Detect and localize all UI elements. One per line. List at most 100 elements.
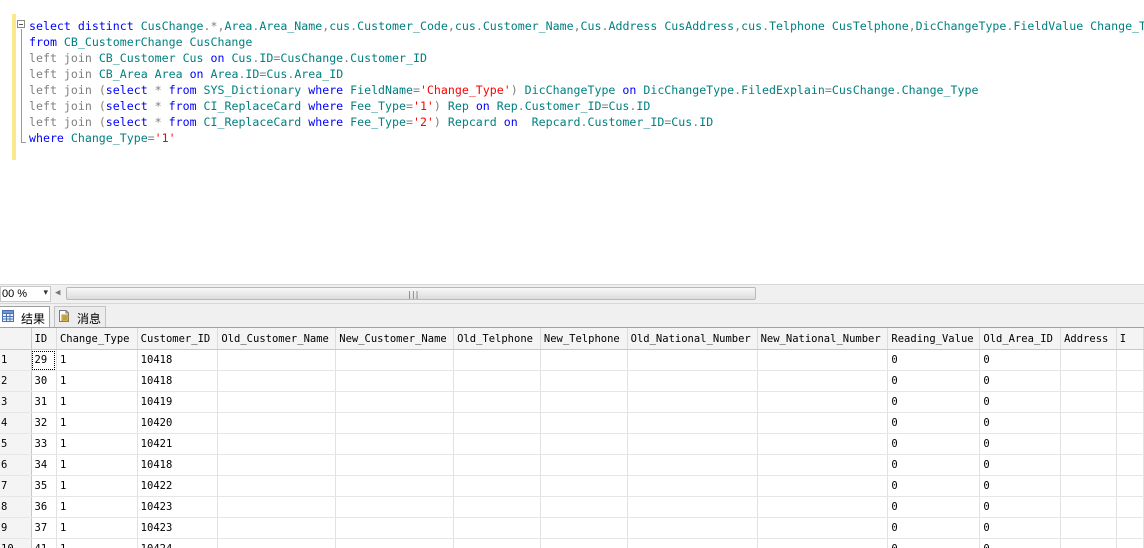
- grid-cell[interactable]: 10418: [137, 349, 219, 371]
- grid-cell[interactable]: 1: [56, 475, 138, 497]
- grid-cell[interactable]: [757, 496, 889, 518]
- grid-cell[interactable]: 36: [31, 496, 57, 518]
- grid-cell[interactable]: 0: [979, 496, 1062, 518]
- grid-cell[interactable]: 0: [887, 412, 981, 434]
- grid-cell[interactable]: 30: [31, 370, 57, 392]
- code-line[interactable]: where Change_Type='1': [29, 130, 176, 146]
- row-number[interactable]: 5: [0, 433, 32, 455]
- grid-cell[interactable]: [1060, 538, 1117, 548]
- horizontal-scrollbar[interactable]: |||: [66, 287, 756, 300]
- grid-cell[interactable]: [453, 496, 541, 518]
- grid-cell[interactable]: [453, 433, 541, 455]
- grid-cell[interactable]: [540, 412, 628, 434]
- grid-cell[interactable]: 1: [56, 517, 138, 539]
- grid-cell[interactable]: 10421: [137, 433, 219, 455]
- table-row[interactable]: 5 33 1 10421 0 0: [0, 433, 1144, 455]
- column-header[interactable]: Customer_ID: [137, 328, 219, 350]
- grid-cell[interactable]: [217, 433, 337, 455]
- grid-cell[interactable]: 0: [979, 412, 1062, 434]
- grid-cell[interactable]: [217, 496, 337, 518]
- grid-cell[interactable]: [627, 517, 758, 539]
- grid-cell[interactable]: 1: [56, 370, 138, 392]
- grid-cell[interactable]: [757, 412, 889, 434]
- sql-editor[interactable]: select distinct CusChange.*,Area.Area_Na…: [0, 0, 1144, 284]
- grid-cell[interactable]: [335, 349, 455, 371]
- grid-cell[interactable]: 29: [31, 349, 57, 371]
- code-line[interactable]: left join (select * from CI_ReplaceCard …: [29, 114, 713, 130]
- table-row[interactable]: 9 37 1 10423 0 0: [0, 517, 1144, 539]
- row-number[interactable]: 10: [0, 538, 32, 548]
- grid-cell[interactable]: [540, 517, 628, 539]
- grid-cell[interactable]: [627, 412, 758, 434]
- row-number[interactable]: 1: [0, 349, 32, 371]
- grid-cell[interactable]: 0: [887, 433, 981, 455]
- grid-cell[interactable]: 10418: [137, 370, 219, 392]
- grid-cell[interactable]: 32: [31, 412, 57, 434]
- grid-cell[interactable]: [757, 391, 889, 413]
- row-number[interactable]: 7: [0, 475, 32, 497]
- grid-cell[interactable]: 0: [979, 517, 1062, 539]
- grid-cell[interactable]: [1060, 475, 1117, 497]
- column-header[interactable]: Address: [1060, 328, 1117, 350]
- code-line[interactable]: left join CB_Customer Cus on Cus.ID=CusC…: [29, 50, 427, 66]
- collapse-icon[interactable]: [17, 20, 25, 28]
- grid-cell[interactable]: [217, 412, 337, 434]
- row-number[interactable]: 6: [0, 454, 32, 476]
- table-row[interactable]: 1041110424 00: [0, 538, 1144, 548]
- table-row[interactable]: 8 36 1 10423 0 0: [0, 496, 1144, 518]
- row-number[interactable]: 9: [0, 517, 32, 539]
- column-header[interactable]: New_National_Number: [757, 328, 889, 350]
- grid-cell[interactable]: [1060, 496, 1117, 518]
- grid-cell[interactable]: 0: [979, 538, 1062, 548]
- tab-messages[interactable]: 消息: [54, 306, 106, 327]
- grid-cell[interactable]: [453, 454, 541, 476]
- grid-cell[interactable]: [217, 391, 337, 413]
- grid-cell[interactable]: [453, 475, 541, 497]
- grid-cell[interactable]: [540, 391, 628, 413]
- grid-cell[interactable]: [540, 538, 628, 548]
- grid-cell[interactable]: [217, 370, 337, 392]
- table-row[interactable]: 4 32 1 10420 0 0: [0, 412, 1144, 434]
- grid-cell[interactable]: 1: [56, 496, 138, 518]
- grid-cell[interactable]: [453, 370, 541, 392]
- zoom-dropdown[interactable]: 00 % ▾: [0, 286, 51, 302]
- grid-cell[interactable]: [757, 538, 889, 548]
- code-line[interactable]: from CB_CustomerChange CusChange: [29, 34, 252, 50]
- grid-cell[interactable]: 0: [979, 454, 1062, 476]
- grid-cell[interactable]: [627, 496, 758, 518]
- grid-cell[interactable]: [1060, 517, 1117, 539]
- grid-cell[interactable]: 10419: [137, 391, 219, 413]
- grid-cell[interactable]: [335, 391, 455, 413]
- grid-cell[interactable]: [335, 412, 455, 434]
- grid-cell[interactable]: 31: [31, 391, 57, 413]
- grid-cell[interactable]: [540, 454, 628, 476]
- grid-cell[interactable]: [217, 517, 337, 539]
- grid-cell[interactable]: 0: [979, 370, 1062, 392]
- grid-cell[interactable]: 0: [979, 433, 1062, 455]
- grid-cell[interactable]: 10422: [137, 475, 219, 497]
- grid-cell[interactable]: [757, 370, 889, 392]
- grid-corner-cell[interactable]: [0, 328, 32, 350]
- grid-cell[interactable]: [217, 454, 337, 476]
- grid-cell[interactable]: 1: [56, 538, 138, 548]
- grid-cell[interactable]: 10423: [137, 517, 219, 539]
- grid-cell[interactable]: [757, 454, 889, 476]
- code-line[interactable]: left join CB_Area Area on Area.ID=Cus.Ar…: [29, 66, 343, 82]
- grid-cell[interactable]: [1060, 349, 1117, 371]
- grid-cell[interactable]: [1060, 433, 1117, 455]
- grid-cell[interactable]: [1060, 454, 1117, 476]
- grid-cell[interactable]: [335, 496, 455, 518]
- grid-cell[interactable]: 0: [979, 391, 1062, 413]
- grid-cell[interactable]: [1116, 433, 1144, 455]
- grid-cell[interactable]: [217, 349, 337, 371]
- grid-cell[interactable]: [540, 433, 628, 455]
- tab-results[interactable]: 结果: [0, 306, 50, 327]
- grid-cell[interactable]: 0: [887, 370, 981, 392]
- grid-cell[interactable]: [540, 349, 628, 371]
- grid-cell[interactable]: 0: [887, 517, 981, 539]
- grid-cell[interactable]: [1116, 517, 1144, 539]
- grid-cell[interactable]: 10418: [137, 454, 219, 476]
- table-row[interactable]: 3 31 1 10419 0 0: [0, 391, 1144, 413]
- grid-cell[interactable]: [1116, 475, 1144, 497]
- grid-cell[interactable]: 0: [887, 538, 981, 548]
